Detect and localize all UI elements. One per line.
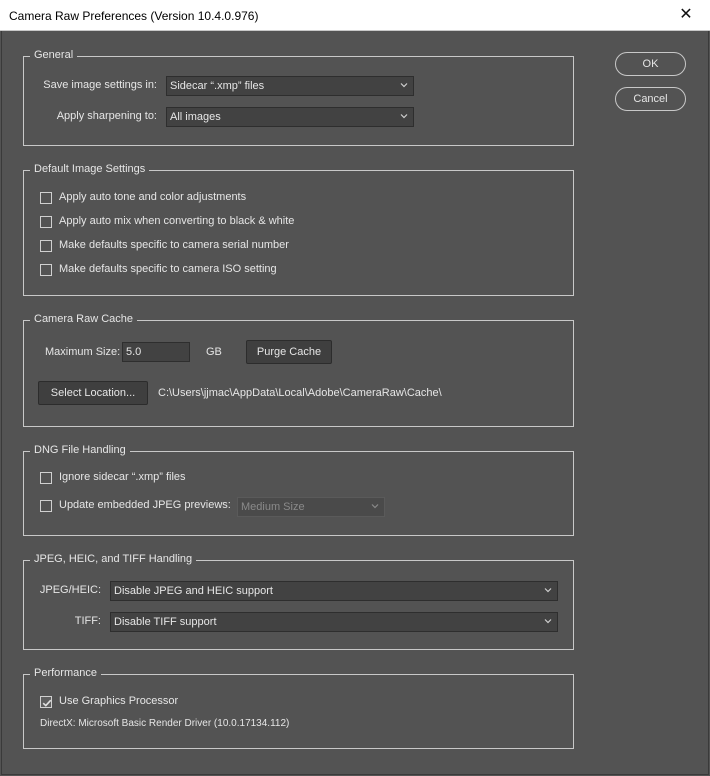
tiff-select[interactable]: Disable TIFF support — [110, 612, 558, 632]
iso-setting-checkbox[interactable] — [40, 264, 52, 276]
cache-path: C:\Users\jjmac\AppData\Local\Adobe\Camer… — [158, 387, 442, 399]
dng-group: DNG File Handling Ignore sidecar “.xmp” … — [23, 444, 574, 536]
update-previews-label: Update embedded JPEG previews: — [59, 499, 231, 511]
chevron-down-icon — [544, 588, 552, 593]
chevron-down-icon — [400, 83, 408, 88]
select-location-button[interactable]: Select Location... — [38, 381, 148, 405]
max-size-input[interactable]: 5.0 — [122, 342, 190, 362]
serial-number-checkbox[interactable] — [40, 240, 52, 252]
ok-button[interactable]: OK — [615, 52, 686, 76]
serial-number-label: Make defaults specific to camera serial … — [59, 239, 289, 251]
jpeg-heic-value: Disable JPEG and HEIC support — [114, 585, 273, 597]
default-image-legend: Default Image Settings — [30, 163, 150, 175]
cancel-button[interactable]: Cancel — [615, 87, 686, 111]
size-unit-label: GB — [206, 346, 222, 358]
max-size-value: 5.0 — [126, 346, 142, 358]
title-bar: Camera Raw Preferences (Version 10.4.0.9… — [0, 0, 710, 31]
chevron-down-icon — [400, 114, 408, 119]
dng-legend: DNG File Handling — [30, 444, 130, 456]
general-legend: General — [30, 49, 78, 61]
iso-setting-label: Make defaults specific to camera ISO set… — [59, 263, 277, 275]
save-settings-select[interactable]: Sidecar “.xmp” files — [166, 76, 414, 96]
cache-legend: Camera Raw Cache — [30, 313, 138, 325]
ignore-sidecar-checkbox[interactable] — [40, 472, 52, 484]
preview-size-value: Medium Size — [241, 501, 305, 513]
sharpening-select[interactable]: All images — [166, 107, 414, 127]
update-previews-checkbox[interactable] — [40, 500, 52, 512]
ignore-sidecar-label: Ignore sidecar “.xmp” files — [59, 471, 186, 483]
default-image-group: Default Image Settings Apply auto tone a… — [23, 163, 574, 296]
auto-mix-checkbox[interactable] — [40, 216, 52, 228]
tiff-label: TIFF: — [74, 615, 101, 627]
jpeg-tiff-legend: JPEG, HEIC, and TIFF Handling — [30, 553, 197, 565]
save-settings-value: Sidecar “.xmp” files — [170, 80, 265, 92]
sharpening-label: Apply sharpening to: — [56, 110, 157, 122]
dialog-body: General Save image settings in: Sidecar … — [1, 31, 709, 775]
performance-group: Performance Use Graphics Processor Direc… — [23, 667, 574, 749]
general-group: General Save image settings in: Sidecar … — [23, 49, 574, 146]
gpu-checkbox[interactable] — [40, 696, 52, 708]
chevron-down-icon — [371, 504, 379, 509]
preview-size-select[interactable]: Medium Size — [237, 497, 385, 517]
gpu-driver-info: DirectX: Microsoft Basic Render Driver (… — [40, 718, 290, 729]
max-size-label: Maximum Size: — [45, 346, 121, 358]
close-icon[interactable]: ✕ — [664, 0, 708, 30]
jpeg-tiff-group: JPEG, HEIC, and TIFF Handling JPEG/HEIC:… — [23, 553, 574, 650]
jpeg-heic-label: JPEG/HEIC: — [39, 584, 101, 596]
cache-group: Camera Raw Cache Maximum Size: 5.0 GB Pu… — [23, 313, 574, 427]
save-settings-label: Save image settings in: — [43, 79, 157, 91]
purge-cache-button[interactable]: Purge Cache — [246, 340, 332, 364]
checkmark-icon — [42, 699, 52, 707]
auto-tone-checkbox[interactable] — [40, 192, 52, 204]
chevron-down-icon — [544, 619, 552, 624]
auto-mix-label: Apply auto mix when converting to black … — [59, 215, 295, 227]
gpu-label: Use Graphics Processor — [59, 695, 179, 707]
window-title: Camera Raw Preferences (Version 10.4.0.9… — [9, 9, 259, 23]
performance-legend: Performance — [30, 667, 101, 679]
auto-tone-label: Apply auto tone and color adjustments — [59, 191, 247, 203]
jpeg-heic-select[interactable]: Disable JPEG and HEIC support — [110, 581, 558, 601]
sharpening-value: All images — [170, 111, 221, 123]
tiff-value: Disable TIFF support — [114, 616, 217, 628]
